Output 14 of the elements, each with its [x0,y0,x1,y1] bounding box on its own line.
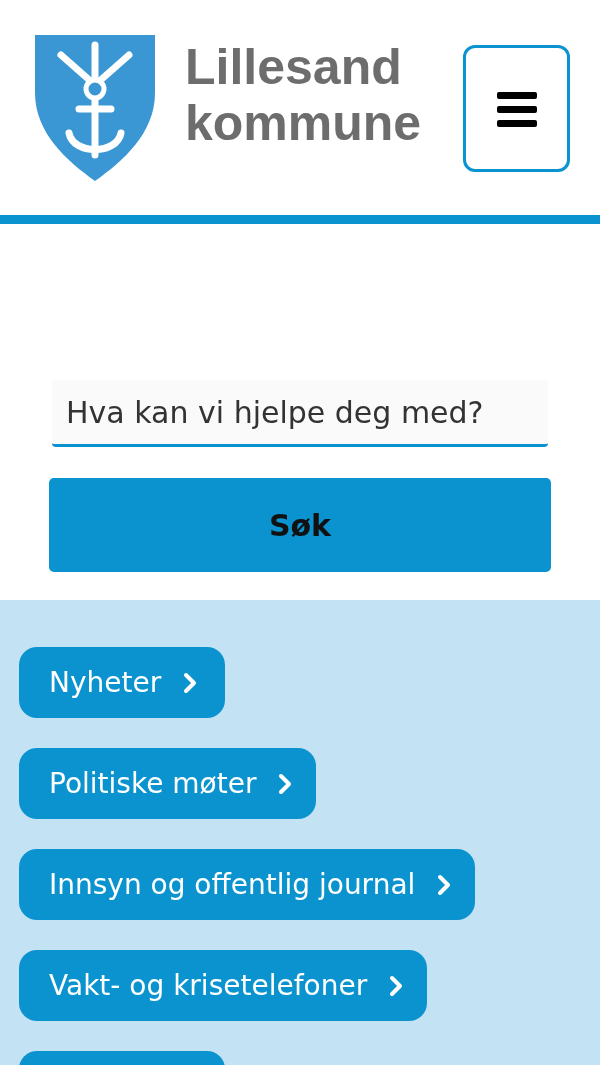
logo-text: Lillesand [185,39,403,95]
menu-button[interactable] [463,45,570,172]
chevron-right-icon [389,974,404,997]
chevron-right-icon [437,873,452,896]
chevron-right-icon [183,671,198,694]
link-button[interactable]: Nyheter [19,647,225,718]
anchor-shield-logo-icon [33,33,157,181]
search-button[interactable]: Søk [49,478,551,572]
link-button[interactable]: Politiske møter [19,748,317,819]
link-button[interactable]: Vakt- og krisetelefoner [19,950,428,1021]
logo-text: kommune [185,95,422,151]
link-button[interactable]: Innsyn og offentlig journal [19,849,476,920]
chevron-right-icon [278,772,293,795]
search-field[interactable]: Hva kan vi hjelpe deg med? [52,380,548,447]
